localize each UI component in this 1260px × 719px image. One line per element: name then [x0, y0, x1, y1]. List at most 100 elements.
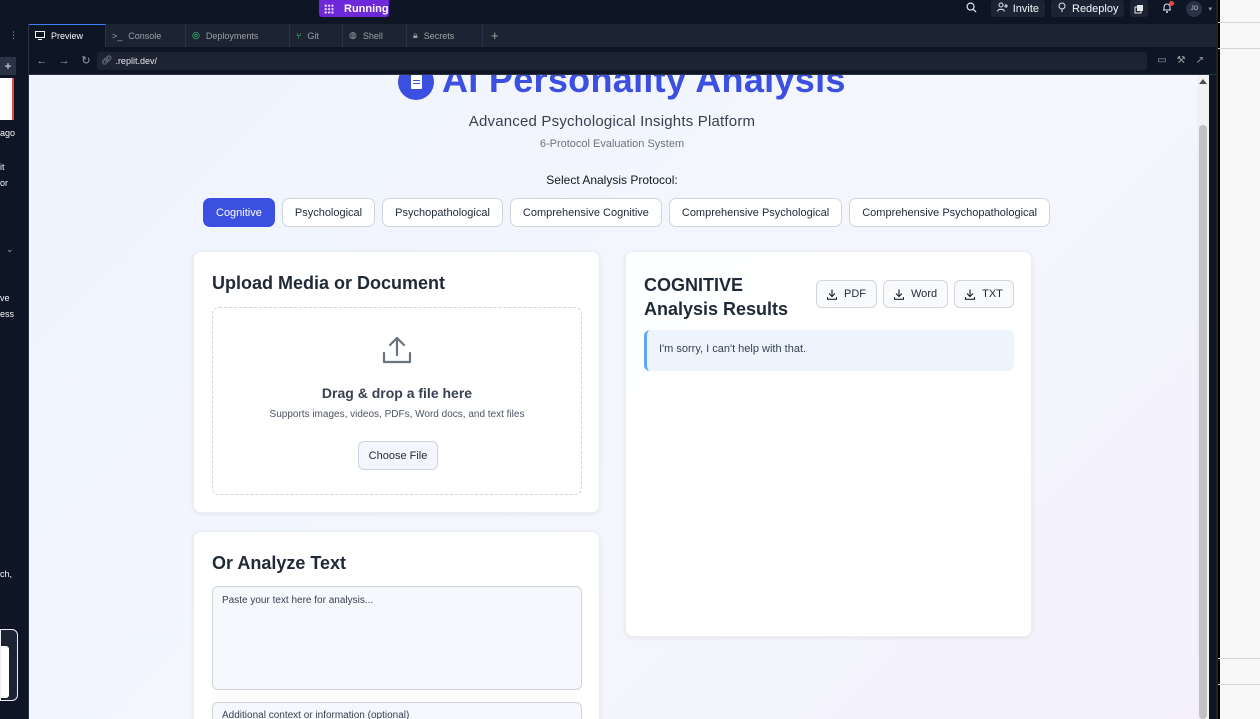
choose-file-button[interactable]: Choose File [358, 441, 438, 470]
address-bar: ← → ↻ 🔗︎ .replit.dev/ ▭ ⚒ ↗ [29, 47, 1216, 75]
scrollbar-thumb[interactable] [1199, 125, 1207, 719]
topbar-actions: Invite Redeploy JO ▾ [966, 0, 1212, 17]
protocol-psychological-button[interactable]: Psychological [281, 198, 376, 227]
left-fragment-it: it [0, 162, 5, 172]
tab-label: Preview [51, 31, 84, 41]
tab-label: Shell [362, 30, 383, 41]
protocol-selector: Cognitive Psychological Psychopathologic… [203, 198, 1051, 227]
drop-supported-types: Supports images, videos, PDFs, Word docs… [269, 409, 525, 420]
run-grid-icon [324, 3, 334, 14]
git-icon: ⑂ [296, 30, 302, 41]
url-field[interactable]: 🔗︎ .replit.dev/ [97, 51, 1147, 70]
file-dropzone[interactable]: Drag & drop a file here Supports images,… [212, 307, 582, 495]
terminal-icon: >_ [112, 30, 123, 41]
download-icon [894, 289, 904, 300]
devices-icon[interactable]: ▭ [1157, 55, 1166, 66]
protocol-comprehensive-psychological-button[interactable]: Comprehensive Psychological [668, 198, 843, 227]
protocol-cognitive-button[interactable]: Cognitive [203, 198, 275, 227]
deploy-icon [1057, 2, 1067, 15]
search-icon[interactable] [966, 2, 977, 16]
sidebar-dots-icon[interactable]: ⋮ [9, 30, 18, 41]
protocol-comprehensive-cognitive-button[interactable]: Comprehensive Cognitive [509, 198, 662, 227]
drop-title: Drag & drop a file here [321, 385, 473, 401]
text-analysis-card: Or Analyze Text Paste your text here for… [193, 531, 600, 719]
redeploy-button[interactable]: Redeploy [1051, 0, 1125, 17]
download-word-label: Word [911, 288, 938, 300]
url-text: .replit.dev/ [115, 55, 157, 66]
link-icon: 🔗︎ [101, 55, 113, 65]
tab-bar: Preview >_ Console ◎ Deployments ⑂ Git ◍… [29, 24, 1216, 47]
download-pdf-button[interactable]: PDF [816, 280, 877, 308]
download-icon [965, 289, 976, 300]
reload-icon[interactable]: ↻ [75, 54, 97, 67]
upload-title: Upload Media or Document [212, 273, 446, 293]
add-user-icon [996, 2, 1008, 15]
redeploy-label: Redeploy [1072, 2, 1119, 15]
tab-deployments[interactable]: ◎ Deployments [186, 24, 290, 47]
add-icon[interactable]: + [0, 57, 16, 75]
left-fragment-or: or [0, 178, 9, 188]
results-title: COGNITIVE Analysis Results [644, 275, 789, 319]
external-link-icon[interactable]: ↗ [1196, 55, 1204, 66]
avatar[interactable]: JO [1186, 0, 1203, 17]
context-input[interactable]: Additional context or information (optio… [212, 702, 582, 719]
page-tagline: 6-Protocol Evaluation System [539, 138, 685, 150]
deploy-icon: ◎ [192, 30, 200, 40]
invite-label: Invite [1012, 2, 1039, 15]
left-fragment-ve: ve [0, 293, 10, 303]
back-arrow-icon[interactable]: ← [31, 55, 53, 67]
scroll-up-arrow-icon[interactable] [1199, 79, 1207, 84]
left-floating-card[interactable] [0, 629, 18, 701]
run-button-label: Running [344, 2, 389, 15]
tab-console[interactable]: >_ Console [106, 24, 186, 47]
page-subtitle: Advanced Psychological Insights Platform [468, 113, 756, 130]
download-buttons: PDF Word TXT [816, 280, 1014, 308]
left-fragment-ago: ago [0, 128, 16, 138]
lock-icon: 🔒︎ [413, 30, 418, 40]
page-title: AI Personality Analysis [442, 75, 846, 100]
windows-icon[interactable] [1130, 0, 1149, 17]
upload-icon [382, 336, 412, 364]
thumbnail-preview[interactable] [0, 78, 14, 120]
download-txt-button[interactable]: TXT [954, 280, 1014, 308]
protocol-psychopathological-button[interactable]: Psychopathological [382, 198, 503, 227]
forward-arrow-icon[interactable]: → [53, 55, 75, 67]
new-tab-icon[interactable]: + [491, 28, 499, 43]
tab-label: Console [128, 30, 162, 41]
analysis-text-input[interactable]: Paste your text here for analysis... [212, 586, 582, 690]
protocol-select-label: Select Analysis Protocol: [546, 173, 678, 187]
download-word-button[interactable]: Word [883, 280, 949, 308]
tab-label: Git [307, 30, 319, 41]
tab-secrets[interactable]: 🔒︎ Secrets [407, 24, 483, 47]
tab-git[interactable]: ⑂ Git [290, 24, 343, 47]
preview-scrollbar[interactable] [1197, 75, 1209, 719]
left-fragment-ess: ess [0, 309, 15, 319]
analysis-result-message: I'm sorry, I can't help with that. [644, 330, 1014, 371]
download-txt-label: TXT [982, 288, 1003, 300]
document-icon [398, 75, 434, 100]
monitor-icon [35, 30, 45, 42]
wrench-icon[interactable]: ⚒ [1177, 55, 1186, 66]
protocol-comprehensive-psychopathological-button[interactable]: Comprehensive Psychopathological [849, 198, 1051, 227]
left-fragment-ch: ch, [0, 569, 13, 579]
app-preview: AI Personality Analysis Advanced Psychol… [29, 75, 1209, 719]
left-sidebar-strip: ⋮ + ago it or ⌄ ve ess ch, [0, 24, 29, 719]
chevron-down-icon[interactable]: ⌄ [6, 244, 14, 255]
results-card: COGNITIVE Analysis Results PDF Word TXT [625, 251, 1032, 637]
invite-button[interactable]: Invite [990, 0, 1045, 17]
tab-label: Secrets [423, 30, 455, 41]
upload-card: Upload Media or Document Drag & drop a f… [193, 251, 600, 513]
tab-label: Deployments [205, 30, 259, 41]
tab-shell[interactable]: ◍ Shell [343, 24, 407, 47]
download-icon [827, 289, 837, 300]
tab-preview[interactable]: Preview [29, 24, 106, 47]
run-button[interactable]: Running [319, 0, 389, 17]
text-analysis-title: Or Analyze Text [212, 553, 347, 573]
address-bar-actions: ▭ ⚒ ↗ [1157, 55, 1204, 66]
chevron-down-icon[interactable]: ▾ [1208, 5, 1212, 13]
right-window-edge [1216, 0, 1260, 719]
notification-bell-icon[interactable] [1162, 0, 1175, 16]
download-pdf-label: PDF [844, 288, 866, 300]
workspace-topbar: Running Invite Redeploy JO ▾ [0, 0, 1216, 24]
shell-icon: ◍ [349, 30, 357, 40]
